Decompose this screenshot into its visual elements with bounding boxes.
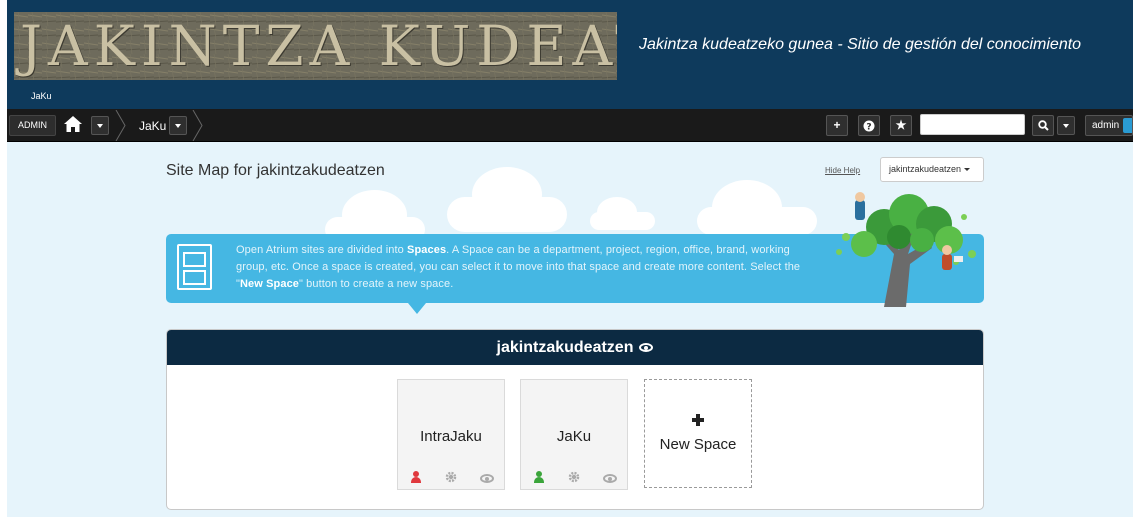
- gear-icon[interactable]: [445, 471, 457, 483]
- panel-header: jakintzakudeatzen: [167, 330, 983, 365]
- eye-icon[interactable]: [603, 474, 617, 483]
- tree-illustration: [836, 192, 976, 307]
- search-options-dropdown[interactable]: [1057, 116, 1075, 135]
- help-text: Open Atrium sites are divided into Space…: [236, 244, 801, 290]
- space-selector[interactable]: jakintzakudeatzen: [880, 157, 984, 182]
- top-navbar: ADMIN JaKu + ? ★ admin: [7, 109, 1133, 142]
- favorites-button[interactable]: ★: [890, 115, 912, 136]
- space-card-icons: [398, 471, 504, 485]
- space-card-title[interactable]: IntraJaku: [398, 428, 504, 445]
- site-slogan: Jakintza kudeatzeko gunea - Sitio de ges…: [639, 36, 1082, 53]
- home-icon: [64, 116, 82, 132]
- cabinet-icon: [177, 244, 212, 290]
- caret-down-icon: [964, 168, 971, 172]
- home-dropdown-button[interactable]: [91, 116, 109, 135]
- breadcrumb-space[interactable]: JaKu: [139, 119, 166, 133]
- main-content: Site Map for jakintzakudeatzen Hide Help…: [7, 142, 1133, 517]
- home-button[interactable]: [62, 114, 86, 136]
- gear-icon[interactable]: [568, 471, 580, 483]
- cloud-decoration: [447, 197, 567, 232]
- user-menu-button[interactable]: admin: [1085, 115, 1133, 136]
- add-content-button[interactable]: +: [826, 115, 848, 136]
- help-button[interactable]: ?: [858, 115, 880, 136]
- hide-help-link[interactable]: Hide Help: [825, 166, 860, 175]
- site-logo[interactable]: JAKINTZA KUDEATZEN: [14, 12, 617, 80]
- help-pointer: [408, 303, 426, 314]
- user-name: admin: [1092, 120, 1120, 131]
- site-header: JAKINTZA KUDEATZEN Jakintza kudeatzeko g…: [7, 0, 1133, 109]
- search-icon: [1037, 120, 1049, 131]
- eye-icon[interactable]: [480, 474, 494, 483]
- space-panel: jakintzakudeatzen IntraJaku JaKu New Spa…: [166, 329, 984, 510]
- plus-icon: [692, 414, 704, 426]
- eye-icon[interactable]: [639, 343, 654, 353]
- avatar: [1123, 118, 1132, 133]
- breadcrumb-separator: [192, 110, 203, 141]
- search-button[interactable]: [1032, 115, 1054, 136]
- space-card-jaku[interactable]: JaKu: [520, 379, 628, 490]
- question-icon: ?: [863, 120, 875, 133]
- cloud-decoration: [697, 207, 817, 235]
- new-space-label: New Space: [659, 436, 737, 453]
- space-dropdown-button[interactable]: [169, 116, 187, 135]
- space-card-title[interactable]: JaKu: [521, 428, 627, 445]
- plus-icon: +: [833, 118, 841, 132]
- space-card-intrajaku[interactable]: IntraJaku: [397, 379, 505, 490]
- cloud-decoration: [590, 212, 655, 230]
- svg-text:?: ?: [866, 123, 871, 133]
- member-body: [534, 477, 544, 483]
- page-title: Site Map for jakintzakudeatzen: [166, 162, 385, 179]
- search-input[interactable]: [920, 114, 1025, 135]
- member-icon[interactable]: [534, 471, 544, 484]
- member-body: [411, 477, 421, 483]
- new-space-button[interactable]: New Space: [644, 379, 752, 488]
- admin-menu-button[interactable]: ADMIN: [9, 115, 56, 136]
- breadcrumb-separator: [115, 110, 126, 141]
- member-icon[interactable]: [411, 471, 421, 484]
- logo-text: JAKINTZA KUDEATZEN: [20, 14, 617, 78]
- site-name[interactable]: JaKu: [31, 91, 52, 101]
- panel-title[interactable]: jakintzakudeatzen: [497, 339, 634, 356]
- space-card-icons: [521, 471, 627, 485]
- space-selector-label: jakintzakudeatzen: [889, 164, 962, 174]
- star-icon: ★: [895, 118, 907, 132]
